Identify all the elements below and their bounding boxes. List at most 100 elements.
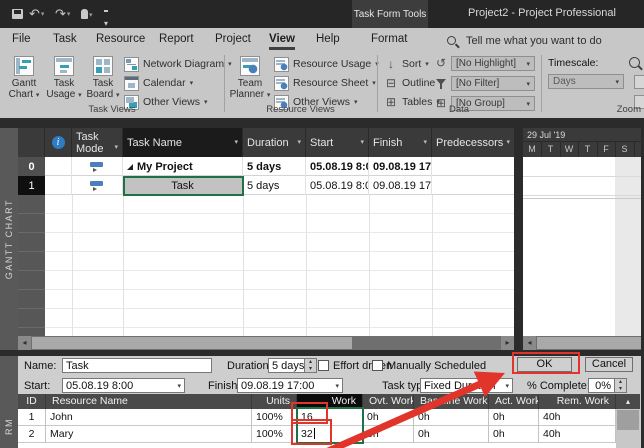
tab-resource[interactable]: Resource [96, 33, 145, 45]
resource-name-cell[interactable]: Mary [46, 426, 252, 443]
manually-scheduled-checkbox[interactable] [372, 360, 383, 371]
entire-project-icon[interactable] [634, 75, 644, 89]
spinner-up-icon[interactable]: ▴ [309, 359, 312, 365]
tell-me-input[interactable]: Tell me what you want to do [466, 35, 602, 47]
id-cell[interactable]: 2 [18, 426, 46, 443]
info-cell[interactable] [45, 176, 72, 195]
spinner-down-icon[interactable]: ▾ [619, 386, 622, 392]
rem-work-cell[interactable]: 40h [539, 426, 616, 443]
spinner-down-icon[interactable]: ▾ [309, 366, 312, 372]
start-dropdown[interactable]: 05.08.19 8:00▾ [62, 378, 185, 393]
effort-driven-checkbox[interactable] [318, 360, 329, 371]
team-planner-button[interactable]: Team Planner ▾ [228, 55, 272, 101]
rem-work-cell[interactable]: 40h [539, 409, 616, 426]
network-diagram-button[interactable]: Network Diagram ▾ [124, 56, 232, 72]
highlight-dropdown[interactable]: [No Highlight]▾ [451, 56, 535, 71]
collapse-triangle-icon[interactable] [127, 164, 133, 170]
redo-button[interactable]: ↷▾ [55, 0, 70, 29]
filter-arrow-icon[interactable]: ▾ [297, 137, 301, 149]
ovt-work-header[interactable]: Ovt. Work [363, 394, 414, 409]
info-column-header[interactable]: i [45, 128, 72, 157]
filter-dropdown[interactable]: [No Filter]▾ [451, 76, 535, 91]
touch-mode-button[interactable]: ▾ [81, 9, 93, 22]
start-cell[interactable]: 05.08.19 8:00 [306, 176, 369, 195]
baseline-work-header[interactable]: Baseline Work [414, 394, 489, 409]
name-input[interactable]: Task [62, 358, 212, 373]
ovt-work-cell[interactable]: 0h [363, 409, 414, 426]
customize-qat-button[interactable]: ▾ [104, 10, 108, 26]
ovt-work-cell[interactable]: 0h [363, 426, 414, 443]
id-header[interactable]: ID [18, 394, 46, 409]
row-number[interactable]: 0 [18, 157, 45, 176]
finish-cell[interactable]: 09.08.19 17:00 [369, 176, 432, 195]
finish-header[interactable]: Finish ▾ [369, 128, 432, 157]
filter-icon[interactable] [436, 79, 446, 85]
scrollbar-thumb[interactable] [32, 337, 352, 349]
start-header[interactable]: Start ▾ [306, 128, 369, 157]
zoom-icon[interactable] [629, 57, 640, 68]
duration-input[interactable]: 5 days [268, 358, 305, 373]
id-cell[interactable]: 1 [18, 409, 46, 426]
rem-work-header[interactable]: Rem. Work [539, 394, 616, 409]
duration-spinner[interactable]: ▴▾ [304, 358, 317, 373]
act-work-cell[interactable]: 0h [489, 409, 539, 426]
filter-arrow-icon[interactable]: ▾ [423, 137, 427, 149]
filter-arrow-icon[interactable]: ▾ [360, 137, 364, 149]
contextual-tab-task-form-tools[interactable]: Task Form Tools [352, 0, 428, 28]
calendar-button[interactable]: Calendar ▾ [124, 75, 193, 91]
percent-spinner[interactable]: ▴▾ [614, 378, 627, 393]
timescale-dropdown[interactable]: Days▾ [548, 74, 624, 89]
scrollbar-thumb[interactable] [617, 410, 639, 430]
predecessors-cell[interactable] [432, 157, 514, 176]
table-horizontal-scrollbar[interactable]: ◂ ▸ [18, 336, 514, 350]
timeline-day-header[interactable]: M T W T F S [523, 142, 644, 157]
tab-format[interactable]: Format [371, 33, 407, 45]
task-board-button[interactable]: Task Board ▾ [84, 55, 122, 101]
sort-button[interactable]: ↓ Sort ▾ [384, 56, 429, 72]
duration-cell[interactable]: 5 days [243, 157, 306, 176]
duration-cell[interactable]: 5 days [243, 176, 306, 195]
info-cell[interactable] [45, 157, 72, 176]
tab-task[interactable]: Task [53, 33, 77, 45]
undo-button[interactable]: ↶▾ [29, 0, 44, 29]
table-row-summary[interactable]: 0 My Project 5 days 05.08.19 8:00 09.08.… [18, 157, 514, 176]
resource-name-cell[interactable]: John [46, 409, 252, 426]
baseline-work-cell[interactable]: 0h [414, 426, 489, 443]
task-name-cell[interactable]: My Project [123, 157, 243, 176]
filter-arrow-icon[interactable]: ▾ [234, 137, 238, 149]
timeline-week-header[interactable]: 29 Jul '19 [523, 128, 644, 142]
resource-usage-button[interactable]: Resource Usage ▾ [274, 56, 379, 72]
table-row-task[interactable]: 1 Task 5 days 05.08.19 8:00 09.08.19 17:… [18, 176, 514, 195]
tab-help[interactable]: Help [316, 33, 340, 45]
finish-dropdown[interactable]: 09.08.19 17:00▾ [237, 378, 343, 393]
act-work-header[interactable]: Act. Work [489, 394, 539, 409]
scroll-up-icon[interactable]: ▴ [616, 394, 640, 409]
task-usage-button[interactable]: Task Usage ▾ [44, 55, 84, 101]
baseline-work-cell[interactable]: 0h [414, 409, 489, 426]
filter-arrow-icon[interactable]: ▾ [506, 137, 510, 149]
finish-cell[interactable]: 09.08.19 17:00 [369, 157, 432, 176]
scrollbar-thumb[interactable] [537, 337, 644, 349]
task-type-dropdown[interactable]: Fixed Duration▾ [420, 378, 513, 393]
predecessors-cell[interactable] [432, 176, 514, 195]
outline-button[interactable]: ⊟ Outline ▾ [384, 75, 443, 91]
duration-header[interactable]: Duration ▾ [243, 128, 306, 157]
empty-grid-rows[interactable] [45, 195, 514, 336]
row-number[interactable]: 1 [18, 176, 45, 195]
save-icon[interactable] [12, 9, 23, 19]
resource-sheet-button[interactable]: Resource Sheet ▾ [274, 75, 376, 91]
predecessors-header[interactable]: Predecessors ▾ [432, 128, 514, 157]
task-mode-cell[interactable] [72, 176, 123, 195]
task-mode-header[interactable]: Task Mode ▾ [72, 128, 123, 157]
tab-file[interactable]: File [12, 33, 31, 45]
filter-arrow-icon[interactable]: ▾ [114, 142, 118, 157]
timeline-horizontal-scrollbar[interactable]: ◂ [523, 336, 644, 350]
act-work-cell[interactable]: 0h [489, 426, 539, 443]
tab-project[interactable]: Project [215, 33, 251, 45]
gantt-chart-button[interactable]: Gantt Chart ▾ [4, 55, 44, 101]
spinner-up-icon[interactable]: ▴ [619, 379, 622, 385]
cancel-button[interactable]: Cancel [585, 357, 633, 372]
tab-report[interactable]: Report [159, 33, 194, 45]
scroll-right-icon[interactable]: ▸ [501, 336, 514, 350]
search-icon[interactable] [447, 36, 456, 45]
